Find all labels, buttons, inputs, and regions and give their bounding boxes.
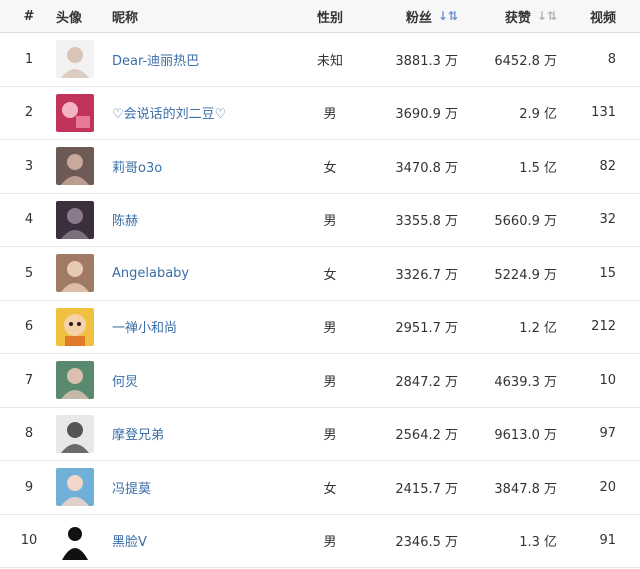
nickname-link[interactable]: 黑脸V	[112, 515, 312, 568]
nickname-link[interactable]: 何炅	[112, 354, 312, 407]
rank-number: 2	[24, 105, 34, 121]
nickname-link[interactable]: 一禅小和尚	[112, 301, 312, 354]
avatar-image-icon[interactable]	[56, 414, 94, 453]
fans-count: 2346.5 万	[395, 535, 458, 551]
avatar[interactable]	[56, 247, 96, 300]
fans-count: 3355.8 万	[395, 214, 458, 230]
table-row: 3 莉哥o3o 女 3470.8 万 1.5 亿 82	[0, 140, 640, 194]
fans-count: 3326.7 万	[395, 267, 458, 283]
rank-number: 5	[24, 265, 34, 281]
header-videos: 视频	[589, 10, 616, 26]
video-count: 15	[599, 265, 616, 281]
sort-desc-icon[interactable]: ↓⇅	[438, 9, 458, 23]
rank-number: 4	[24, 212, 34, 228]
rank-number: 6	[24, 319, 34, 335]
likes-count: 3847.8 万	[494, 481, 557, 497]
avatar-image-icon[interactable]	[56, 40, 94, 79]
fans-count: 2415.7 万	[395, 481, 458, 497]
table-row: 8 摩登兄弟 男 2564.2 万 9613.0 万 97	[0, 408, 640, 461]
table-row: 5 Angelababy 女 3326.7 万 5224.9 万 15	[0, 247, 640, 301]
nickname-link[interactable]: Angelababy	[112, 247, 312, 300]
nickname-link[interactable]: 冯提莫	[112, 461, 312, 514]
avatar-image-icon[interactable]	[56, 307, 94, 346]
avatar-image-icon[interactable]	[56, 147, 94, 186]
rank-number: 10	[20, 533, 38, 549]
avatar[interactable]	[56, 33, 96, 86]
likes-count: 5660.9 万	[494, 214, 557, 230]
likes-count: 1.3 亿	[519, 535, 557, 551]
table-row: 1 Dear-迪丽热巴 未知 3881.3 万 6452.8 万 8	[0, 33, 640, 87]
nickname-link[interactable]: 摩登兄弟	[112, 408, 312, 461]
avatar[interactable]	[56, 408, 96, 461]
likes-count: 5224.9 万	[494, 267, 557, 283]
nickname-link[interactable]: 莉哥o3o	[112, 140, 312, 193]
video-count: 91	[599, 533, 616, 549]
avatar[interactable]	[56, 354, 96, 407]
header-avatar: 头像	[56, 10, 83, 26]
header-likes-label: 获赞	[504, 10, 531, 26]
rank-number: 7	[24, 372, 34, 388]
avatar-image-icon[interactable]	[56, 468, 94, 507]
header-rank: #	[23, 8, 35, 24]
rank-number: 9	[24, 479, 34, 495]
table-header: # 头像 昵称 性别 粉丝 ↓⇅ 获赞 ↓⇅ 视频	[0, 0, 640, 33]
likes-count: 6452.8 万	[494, 53, 557, 69]
video-count: 97	[599, 426, 616, 442]
likes-count: 9613.0 万	[494, 428, 557, 444]
video-count: 20	[599, 479, 616, 495]
table-row: 2 ♡会说话的刘二豆♡ 男 3690.9 万 2.9 亿 131	[0, 87, 640, 140]
fans-count: 3470.8 万	[395, 160, 458, 176]
fans-count: 2847.2 万	[395, 374, 458, 390]
avatar[interactable]	[56, 194, 96, 247]
avatar[interactable]	[56, 87, 96, 140]
fans-count: 3690.9 万	[395, 107, 458, 123]
table-row: 7 何炅 男 2847.2 万 4639.3 万 10	[0, 354, 640, 408]
nickname-link[interactable]: ♡会说话的刘二豆♡	[112, 87, 312, 140]
avatar-image-icon[interactable]	[56, 200, 94, 239]
header-nickname: 昵称	[112, 10, 139, 26]
table-row: 6 一禅小和尚 男 2951.7 万 1.2 亿 212	[0, 301, 640, 354]
video-count: 82	[599, 158, 616, 174]
video-count: 10	[599, 372, 616, 388]
nickname-link[interactable]: 陈赫	[112, 194, 312, 247]
table-row: 4 陈赫 男 3355.8 万 5660.9 万 32	[0, 194, 640, 247]
likes-count: 1.2 亿	[519, 321, 557, 337]
header-fans[interactable]: 粉丝 ↓⇅	[348, 0, 458, 32]
rank-number: 3	[24, 158, 34, 174]
likes-count: 1.5 亿	[519, 160, 557, 176]
avatar-image-icon[interactable]	[56, 93, 94, 132]
sort-icon[interactable]: ↓⇅	[537, 9, 557, 23]
nickname-link[interactable]: Dear-迪丽热巴	[112, 33, 312, 86]
avatar-image-icon[interactable]	[56, 254, 94, 293]
ranking-table: # 头像 昵称 性别 粉丝 ↓⇅ 获赞 ↓⇅ 视频 1 Dear-迪丽热巴 未知…	[0, 0, 640, 568]
avatar[interactable]	[56, 301, 96, 354]
table-row: 9 冯提莫 女 2415.7 万 3847.8 万 20	[0, 461, 640, 515]
fans-count: 3881.3 万	[395, 53, 458, 69]
video-count: 32	[599, 212, 616, 228]
table-row: 10 黑脸V 男 2346.5 万 1.3 亿 91	[0, 515, 640, 568]
likes-count: 4639.3 万	[494, 374, 557, 390]
rank-number: 1	[24, 51, 34, 67]
likes-count: 2.9 亿	[519, 107, 557, 123]
table-body: 1 Dear-迪丽热巴 未知 3881.3 万 6452.8 万 8 2 ♡会说…	[0, 33, 640, 568]
video-count: 131	[591, 105, 616, 121]
header-fans-label: 粉丝	[405, 10, 432, 26]
rank-number: 8	[24, 426, 34, 442]
fans-count: 2951.7 万	[395, 321, 458, 337]
avatar[interactable]	[56, 140, 96, 193]
video-count: 212	[591, 319, 616, 335]
avatar[interactable]	[56, 515, 96, 568]
avatar[interactable]	[56, 461, 96, 514]
header-likes[interactable]: 获赞 ↓⇅	[457, 0, 557, 32]
avatar-image-icon[interactable]	[56, 361, 94, 400]
video-count: 8	[607, 51, 616, 67]
fans-count: 2564.2 万	[395, 428, 458, 444]
avatar-image-icon[interactable]	[56, 521, 94, 560]
